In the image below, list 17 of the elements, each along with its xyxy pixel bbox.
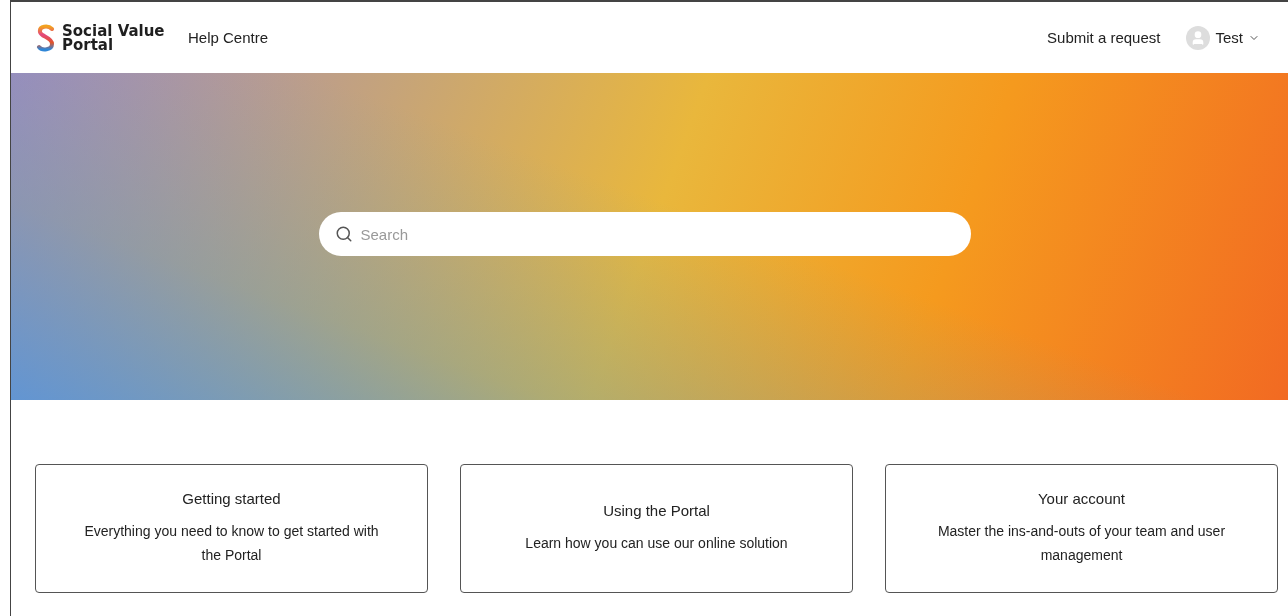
card-description: Learn how you can use our online solution [525,534,788,553]
search-icon [334,225,353,243]
site-title: Help Centre [188,29,269,46]
card-description: Everything you need to know to get started with the Portal [83,522,380,565]
user-menu-button[interactable]: Test [1186,25,1260,50]
card-title: Using the Portal [603,502,710,519]
category-card[interactable]: Getting started Everything you need to know to get started with the Portal [35,464,428,593]
logo-text: Social Value Portal [62,23,166,52]
category-card[interactable]: Using the Portal Learn how you can use our online solution [460,464,853,593]
submit-request-link[interactable]: Submit a request [1047,29,1161,46]
category-card[interactable]: Your account Master the ins-and-outs of your team and user management [885,464,1278,593]
card-description: Master the ins-and-outs of your team and user management [936,522,1227,565]
logo-icon [36,23,56,52]
card-title: Getting started [182,490,281,507]
search-field[interactable]: Search [318,212,971,256]
card-title: Your account [1038,490,1125,507]
avatar-icon [1186,25,1211,50]
